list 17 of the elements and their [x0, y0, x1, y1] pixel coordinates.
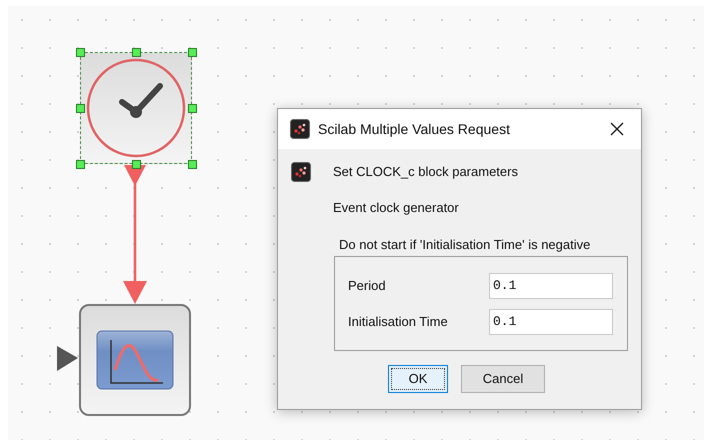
ok-button[interactable]: OK: [388, 365, 448, 393]
group-label: Do not start if 'Initialisation Time' is negative: [339, 236, 592, 254]
dialog-heading: Set CLOCK_c block parameters: [333, 163, 518, 182]
cancel-button[interactable]: Cancel: [461, 365, 545, 393]
input-field[interactable]: 0.1: [489, 308, 613, 334]
close-icon: [610, 122, 624, 136]
dialog-description: Event clock generator: [333, 199, 460, 217]
app-icon: [290, 119, 310, 139]
scope-block[interactable]: [79, 304, 191, 416]
input-field[interactable]: 0.1: [489, 272, 613, 298]
field-label: Period: [348, 276, 387, 295]
clock-icon: [86, 58, 186, 158]
window-title: Scilab Multiple Values Request: [318, 120, 511, 139]
app-icon: [291, 162, 311, 182]
field-label: Initialisation Time: [348, 312, 449, 331]
clock-block[interactable]: [80, 52, 192, 164]
scope-icon: [96, 330, 174, 390]
